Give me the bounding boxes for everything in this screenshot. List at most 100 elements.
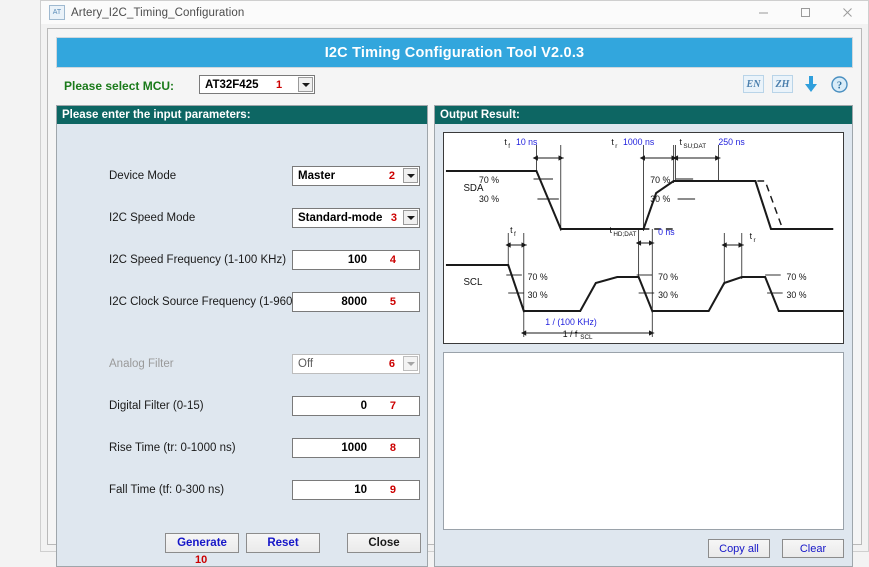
generate-step-index: 10 [195, 554, 207, 566]
close-icon[interactable] [826, 1, 868, 24]
maximize-icon[interactable] [784, 1, 826, 24]
title-bar: AT Artery_I2C_Timing_Configuration [41, 1, 868, 25]
banner-title: I2C Timing Configuration Tool V2.0.3 [325, 45, 585, 61]
chevron-down-icon[interactable] [298, 77, 313, 92]
minimize-icon[interactable] [742, 1, 784, 24]
window-title: Artery_I2C_Timing_Configuration [71, 7, 244, 19]
result-textarea[interactable] [443, 352, 844, 530]
fall-time-input[interactable]: 10 9 [292, 480, 420, 500]
annot-period-symbol-sub: SCL [580, 334, 593, 341]
generate-button[interactable]: Generate [165, 533, 239, 553]
svg-text:?: ? [836, 80, 841, 91]
chevron-down-icon[interactable] [403, 168, 418, 183]
mcu-step-index: 1 [276, 79, 282, 91]
speed-frequency-value: 100 [348, 254, 367, 266]
annot-tf-scl: t [510, 225, 513, 235]
annot-tr-sda-sub: r [615, 143, 618, 150]
annot-tf-sda-value: 10 ns [516, 137, 538, 147]
rise-time-value: 1000 [341, 442, 367, 454]
input-panel-title: Please enter the input parameters: [62, 109, 251, 121]
sda-level-30-b: 30 % [650, 194, 670, 204]
device-mode-step-index: 2 [389, 170, 395, 182]
client-area: I2C Timing Configuration Tool V2.0.3 Ple… [41, 24, 868, 551]
input-parameters-panel: Please enter the input parameters: Devic… [56, 105, 428, 567]
speed-frequency-step-index: 4 [390, 254, 396, 266]
annot-tsudat-sub: SU;DAT [683, 143, 706, 150]
speed-frequency-input[interactable]: 100 4 [292, 250, 420, 270]
scl-level-30-b: 30 % [658, 290, 678, 300]
inner-frame: I2C Timing Configuration Tool V2.0.3 Ple… [47, 28, 862, 545]
digital-filter-input[interactable]: 0 7 [292, 396, 420, 416]
annot-thddat-value: 0 ns [658, 227, 675, 237]
close-button[interactable]: Close [347, 533, 421, 553]
row-fall-time: Fall Time (tf: 0-300 ns) 10 9 [57, 480, 427, 502]
input-panel-header: Please enter the input parameters: [57, 106, 427, 124]
fall-time-label: Fall Time (tf: 0-300 ns) [109, 484, 224, 496]
fall-time-value: 10 [354, 484, 367, 496]
chevron-down-icon[interactable] [403, 210, 418, 225]
timing-diagram: SDA 70 % 30 % 70 % 30 % [443, 132, 844, 344]
lang-zh-button[interactable]: ZH [772, 75, 793, 93]
output-result-panel: Output Result: SDA [434, 105, 853, 567]
speed-mode-dropdown[interactable]: Standard-mode 3 [292, 208, 420, 228]
lang-en-button[interactable]: EN [743, 75, 764, 93]
scl-level-70-c: 70 % [787, 272, 807, 282]
analog-filter-value: Off [298, 358, 313, 370]
clear-button[interactable]: Clear [782, 539, 844, 558]
clock-source-frequency-input[interactable]: 8000 5 [292, 292, 420, 312]
help-icon[interactable]: ? [829, 74, 849, 94]
device-mode-label: Device Mode [109, 170, 176, 182]
annot-tr-sda-value: 1000 ns [623, 137, 655, 147]
rise-time-label: Rise Time (tr: 0-1000 ns) [109, 442, 236, 454]
row-device-mode: Device Mode Master 2 [57, 166, 427, 188]
mcu-select-row: Please select MCU: AT32F425 1 EN ZH [56, 75, 853, 101]
clock-source-frequency-value: 8000 [341, 296, 367, 308]
mcu-label: Please select MCU: [64, 79, 174, 93]
scl-level-30-a: 30 % [528, 290, 548, 300]
download-icon[interactable] [801, 74, 821, 94]
digital-filter-label: Digital Filter (0-15) [109, 400, 204, 412]
scl-level-30-c: 30 % [787, 290, 807, 300]
speed-mode-label: I2C Speed Mode [109, 212, 195, 224]
timing-diagram-svg: SDA 70 % 30 % 70 % 30 % [444, 133, 843, 343]
mcu-dropdown[interactable]: AT32F425 1 [199, 75, 315, 94]
row-digital-filter: Digital Filter (0-15) 0 7 [57, 396, 427, 418]
annot-tsudat-value: 250 ns [718, 137, 745, 147]
annot-tf-sda-sub: f [508, 143, 510, 150]
app-icon: AT [49, 5, 65, 20]
toolbar: EN ZH ? [743, 74, 849, 94]
row-rise-time: Rise Time (tr: 0-1000 ns) 1000 8 [57, 438, 427, 460]
sda-level-70: 70 % [479, 175, 499, 185]
reset-button[interactable]: Reset [246, 533, 320, 553]
digital-filter-value: 0 [361, 400, 367, 412]
annot-period-frequency: 1 / (100 KHz) [545, 317, 597, 327]
row-speed-mode: I2C Speed Mode Standard-mode 3 [57, 208, 427, 230]
row-speed-frequency: I2C Speed Frequency (1-100 KHz) 100 4 [57, 250, 427, 272]
scl-label: SCL [463, 277, 482, 288]
annot-tr-scl: t [750, 231, 753, 241]
sda-level-70-b: 70 % [650, 175, 670, 185]
result-text [444, 353, 843, 361]
app-banner: I2C Timing Configuration Tool V2.0.3 [56, 37, 853, 68]
rise-time-step-index: 8 [390, 442, 396, 454]
row-clock-source-frequency: I2C Clock Source Frequency (1-96000 KHz)… [57, 292, 427, 314]
digital-filter-step-index: 7 [390, 400, 396, 412]
annot-tr-scl-sub: r [753, 237, 756, 244]
scl-level-70-a: 70 % [528, 272, 548, 282]
annot-tsudat: t [680, 137, 683, 147]
mcu-selected-value: AT32F425 [205, 79, 258, 91]
annot-tf-scl-sub: f [514, 231, 516, 238]
fall-time-step-index: 9 [390, 484, 396, 496]
analog-filter-label: Analog Filter [109, 358, 174, 370]
window-controls [742, 1, 868, 24]
application-window: AT Artery_I2C_Timing_Configuration I2C T… [40, 0, 869, 552]
output-panel-header: Output Result: [435, 106, 852, 124]
analog-filter-dropdown: Off 6 [292, 354, 420, 374]
annot-period-symbol: 1 / f [563, 329, 578, 339]
copy-all-button[interactable]: Copy all [708, 539, 770, 558]
row-analog-filter: Analog Filter Off 6 [57, 354, 427, 376]
analog-filter-step-index: 6 [389, 358, 395, 370]
device-mode-dropdown[interactable]: Master 2 [292, 166, 420, 186]
rise-time-input[interactable]: 1000 8 [292, 438, 420, 458]
speed-frequency-label: I2C Speed Frequency (1-100 KHz) [109, 254, 286, 266]
